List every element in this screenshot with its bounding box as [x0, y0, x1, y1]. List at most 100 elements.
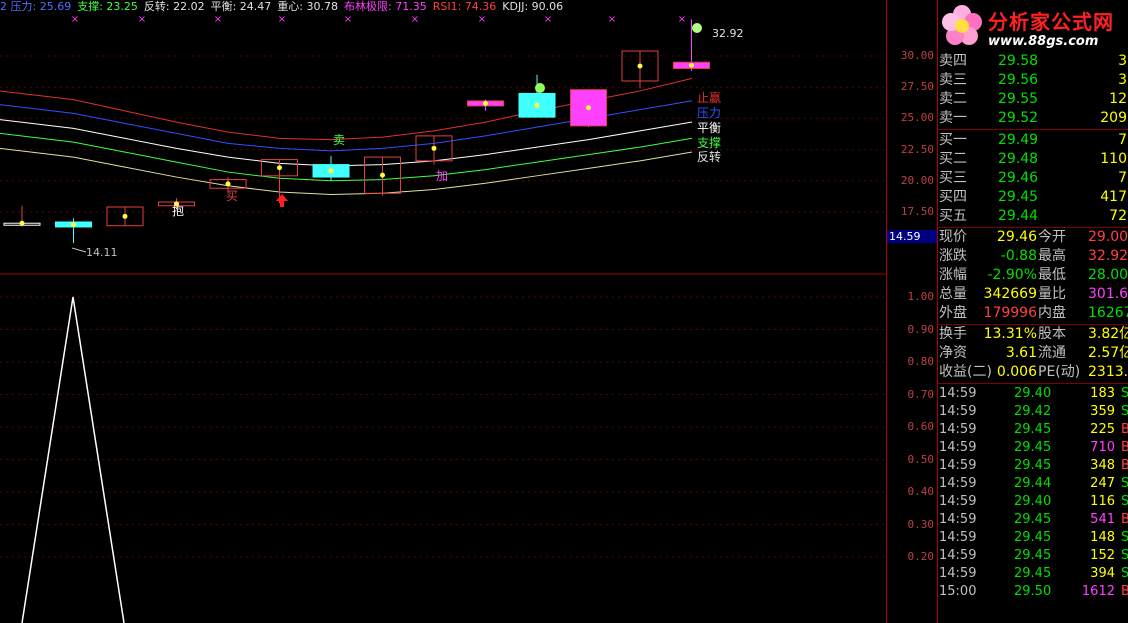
quote-row: 换手 13.31% 股本 3.82亿 — [938, 325, 1128, 344]
candle-dot — [380, 172, 385, 178]
quote-value: -0.88 — [1000, 248, 1037, 264]
indicator-2: 反转: 22.02 — [143, 0, 205, 13]
quote-value: 13.31% — [983, 326, 1037, 342]
band-label-pressure: 压力 — [697, 106, 721, 120]
quote-value: -2.90% — [987, 267, 1037, 283]
row-price: 29.46 — [998, 170, 1039, 186]
quote-row: 总量 342669量比 301.65 — [938, 285, 1128, 304]
row-volume: 417 — [1100, 189, 1127, 205]
row-label: 买三 — [939, 170, 967, 186]
row-label: 卖一 — [939, 110, 967, 126]
osc-tick-label: 1.00 — [907, 290, 935, 303]
row-price: 29.48 — [998, 151, 1039, 167]
logo-title: 分析家公式网 — [988, 10, 1114, 34]
indicator-7: KDJJ: 90.06 — [502, 0, 564, 13]
tick-row: 14:59 29.40 183 S — [938, 385, 1128, 403]
high-price-label: 32.92 — [712, 27, 744, 40]
tick-direction: B — [1121, 584, 1128, 599]
price-tick-label: 17.50 — [900, 205, 934, 218]
tick-direction: B — [1121, 512, 1128, 527]
osc-tick-label: 0.90 — [907, 322, 935, 336]
row-volume: 110 — [1100, 151, 1127, 167]
candle-dot — [71, 221, 76, 227]
quote-value: 162673 — [1088, 305, 1128, 321]
logo-url: www.88gs.com — [988, 34, 1099, 49]
quote-row: 涨幅 -2.90% 最低 28.00 — [938, 266, 1128, 285]
quote-label: 换手 — [939, 326, 967, 342]
kline-svg: × × × × × × × × × × 止赢压力平衡支撑反转 14.11 32.92 抱 买 卖加 — [0, 14, 886, 623]
tick-time: 14:59 — [939, 404, 977, 419]
tick-price: 29.45 — [1014, 458, 1052, 473]
tick-row: 14:59 29.45 225 B — [938, 421, 1128, 439]
quote-row: 收益(二)0.006PE(动) 2313.3 — [938, 363, 1128, 382]
row-volume: 209 — [1100, 110, 1127, 126]
candle-dot — [277, 165, 282, 171]
tick-price: 29.45 — [1014, 566, 1052, 581]
quote-row: 现价 29.46 今开 29.00 — [938, 228, 1128, 247]
tick-volume: 148 — [1090, 530, 1115, 545]
quote-row: 外盘 179996内盘 162673 — [938, 304, 1128, 323]
tick-time: 14:59 — [939, 440, 977, 455]
quote-value: 32.92 — [1088, 248, 1128, 264]
tick-price: 29.45 — [1014, 530, 1052, 545]
indicator-3: 平衡: 24.47 — [210, 0, 272, 13]
tick-time: 14:59 — [939, 422, 977, 437]
quote-label: 涨跌 — [939, 248, 967, 264]
candle-dot — [483, 100, 488, 106]
indicator-6: RSI1: 74.36 — [432, 0, 497, 13]
tick-volume: 710 — [1090, 440, 1115, 455]
tick-price: 29.44 — [1014, 476, 1052, 491]
tick-volume: 247 — [1090, 476, 1115, 491]
band-label-reversal: 反转 — [697, 149, 721, 164]
order-book-row: 买四 29.45 417 — [938, 188, 1128, 207]
row-volume: 3 — [1118, 72, 1127, 88]
tick-direction: S — [1121, 494, 1128, 509]
band-label-balance: 平衡 — [697, 121, 721, 135]
osc-tick-label: 0.70 — [907, 387, 935, 401]
row-price: 29.58 — [998, 53, 1039, 69]
order-book-row: 卖三 29.56 3 — [938, 71, 1128, 90]
tick-direction: B — [1121, 422, 1128, 437]
candle-dot — [225, 181, 231, 187]
osc-tick-label: 0.50 — [907, 452, 935, 466]
row-label: 买五 — [939, 208, 967, 224]
quote-value: 0.006 — [996, 364, 1037, 380]
row-price: 29.56 — [998, 72, 1039, 88]
quote-value: 301.65 — [1088, 286, 1128, 302]
price-tick-label: 30.00 — [900, 49, 934, 62]
price-tick-label: 25.00 — [900, 111, 934, 125]
signal-marker: × — [411, 14, 419, 25]
tick-volume: 541 — [1090, 512, 1115, 527]
tick-direction: S — [1121, 476, 1128, 491]
signal-marker: × — [544, 14, 552, 25]
row-volume: 7 — [1118, 132, 1127, 148]
tick-volume: 394 — [1090, 566, 1115, 581]
tick-time: 14:59 — [939, 476, 977, 491]
tick-time: 14:59 — [939, 548, 977, 563]
candle-dot — [431, 145, 437, 151]
tick-direction: S — [1121, 386, 1128, 401]
tick-volume: 152 — [1090, 548, 1115, 563]
tick-price: 29.50 — [1014, 584, 1052, 599]
tick-row: 14:59 29.44 247 S — [938, 475, 1128, 493]
kline-chart-area[interactable]: × × × × × × × × × × 止赢 压力 平衡 支撑 反转 14.11 32.92 抱 买 卖加 2 压力:… — [0, 0, 886, 623]
order-book-row: 买五 29.44 72 — [938, 207, 1128, 226]
indicator-0: 2 压力: 25.69 — [0, 0, 72, 13]
osc-tick-label: 0.20 — [907, 550, 935, 563]
tick-volume: 1612 — [1081, 584, 1115, 599]
price-tick-label: 20.00 — [900, 173, 934, 187]
row-label: 卖四 — [939, 53, 967, 69]
indicator-bar: 2 压力: 25.69 支撑: 23.25 反转: 22.02 平衡: 24.47 重心… — [0, 0, 569, 14]
signal-marker: × — [214, 14, 222, 25]
quote-value: 3.82亿 — [1088, 326, 1128, 342]
tick-direction: S — [1121, 548, 1128, 563]
separator — [938, 129, 1128, 130]
osc-tick-label: 0.30 — [907, 517, 935, 531]
osc-tick-label: 0.40 — [907, 485, 935, 498]
tick-volume: 225 — [1090, 422, 1115, 437]
tick-time: 14:59 — [939, 530, 977, 545]
quote-label: 今开 — [1038, 229, 1066, 245]
row-price: 29.55 — [998, 91, 1039, 107]
candle-dot — [586, 105, 591, 111]
tick-row: 15:00 29.50 1612 B — [938, 583, 1128, 601]
